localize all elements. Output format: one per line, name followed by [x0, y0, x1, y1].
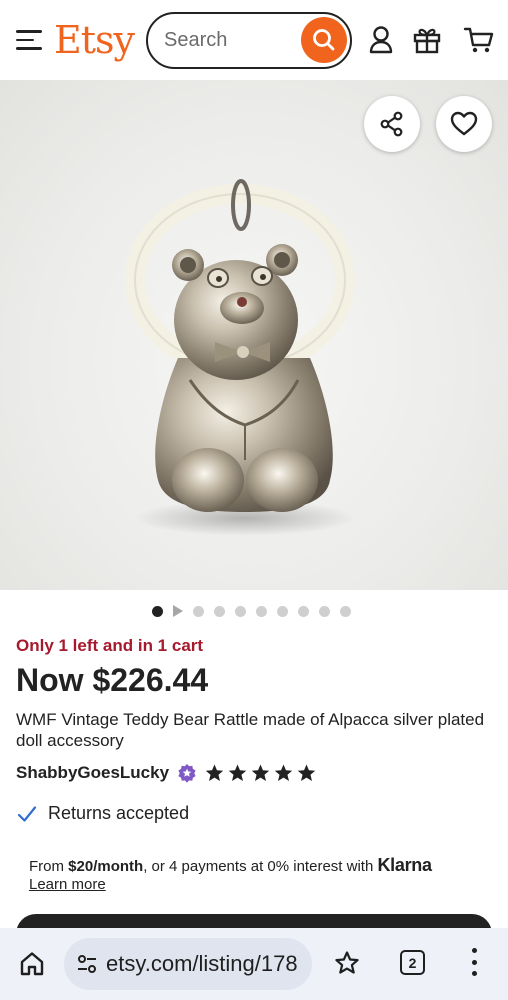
carousel-dot[interactable] [256, 605, 267, 617]
star-icon [297, 764, 316, 781]
klarna-middle: , or 4 payments at 0% interest with [143, 858, 378, 875]
carousel-dot[interactable] [214, 605, 225, 617]
carousel-indicators[interactable] [152, 604, 351, 618]
bookmark-button[interactable] [334, 950, 360, 981]
star-icon [274, 764, 293, 781]
price: Now $226.44 [16, 662, 209, 698]
carousel-dot[interactable] [277, 605, 288, 617]
url-text: etsy.com/listing/178 [106, 951, 298, 976]
cart-button[interactable] [462, 22, 496, 58]
gift-icon [413, 28, 441, 54]
carousel-dot[interactable] [319, 605, 330, 617]
share-icon [380, 111, 403, 137]
browser-toolbar: etsy.com/listing/178 2 [0, 928, 508, 1000]
more-options-icon[interactable] [466, 948, 482, 976]
rating-stars[interactable] [205, 764, 316, 782]
klarna-amount: $20/month [68, 858, 144, 875]
favorite-button[interactable] [436, 96, 492, 152]
star-icon [205, 764, 224, 781]
search-input[interactable] [164, 26, 284, 54]
search-button[interactable] [301, 17, 347, 63]
stock-notice: Only 1 left and in 1 cart [16, 636, 204, 655]
klarna-financing-text: From $20/month, or 4 payments at 0% inte… [29, 855, 432, 877]
seller-name[interactable]: ShabbyGoesLucky [16, 763, 169, 783]
check-icon [17, 805, 37, 822]
star-icon [228, 764, 247, 781]
klarna-logo: Klarna [377, 855, 432, 875]
tab-switcher-button[interactable]: 2 [400, 950, 425, 975]
search-bar [146, 12, 352, 69]
home-button[interactable] [18, 950, 46, 983]
listing-title: WMF Vintage Teddy Bear Rattle made of Al… [16, 710, 485, 750]
gift-button[interactable] [410, 22, 444, 58]
home-icon [20, 952, 44, 976]
returns-row: Returns accepted [16, 803, 189, 824]
product-image-carousel[interactable] [0, 80, 508, 590]
search-icon [313, 29, 335, 51]
etsy-logo[interactable]: Etsy [54, 18, 135, 62]
star-seller-badge-icon [177, 763, 197, 783]
site-settings-icon [78, 955, 96, 973]
star-outline-icon [335, 951, 359, 974]
account-button[interactable] [364, 22, 398, 58]
address-bar[interactable]: etsy.com/listing/178 [64, 938, 312, 990]
learn-more-link[interactable]: Learn more [29, 876, 106, 893]
account-icon [369, 26, 393, 54]
carousel-dot[interactable] [193, 605, 204, 617]
returns-text: Returns accepted [48, 803, 190, 823]
carousel-dot[interactable] [152, 605, 163, 617]
top-header: Etsy [0, 0, 508, 80]
heart-icon [450, 111, 478, 136]
star-icon [251, 764, 270, 781]
carousel-dot[interactable] [235, 605, 246, 617]
product-image [125, 179, 355, 536]
klarna-prefix: From [29, 858, 69, 875]
carousel-dot[interactable] [340, 605, 351, 617]
share-button[interactable] [364, 96, 420, 152]
seller-row: ShabbyGoesLucky [16, 762, 316, 784]
cart-icon [463, 27, 494, 53]
carousel-dot[interactable] [298, 605, 309, 617]
menu-icon[interactable] [16, 30, 42, 50]
video-play-icon[interactable] [173, 605, 183, 617]
